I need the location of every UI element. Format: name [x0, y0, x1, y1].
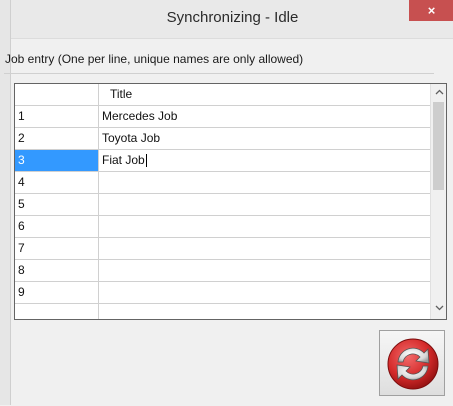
table-row-selected[interactable]: 3 Fiat Job: [15, 150, 433, 172]
row-title[interactable]: [99, 282, 433, 303]
scroll-up-icon[interactable]: [431, 84, 446, 101]
table-row[interactable]: 5: [15, 194, 433, 216]
row-number[interactable]: 9: [15, 282, 99, 303]
instruction-label: Job entry (One per line, unique names ar…: [5, 52, 304, 66]
row-number[interactable]: 3: [15, 150, 99, 171]
row-title[interactable]: Toyota Job: [99, 128, 433, 149]
vertical-scrollbar[interactable]: [430, 84, 446, 319]
row-title-text: Fiat Job: [102, 153, 145, 167]
row-number[interactable]: 2: [15, 128, 99, 149]
row-title[interactable]: [99, 172, 433, 193]
row-number[interactable]: 6: [15, 216, 99, 237]
window-title: Synchronizing - Idle: [166, 9, 299, 26]
separator: [4, 73, 434, 74]
table-row[interactable]: 7: [15, 238, 433, 260]
job-grid-body: Title 1 Mercedes Job 2 Toyota Job 3 Fiat…: [15, 84, 433, 319]
table-row[interactable]: [15, 304, 433, 319]
header-title-cell[interactable]: Title: [99, 84, 433, 105]
scroll-down-icon[interactable]: [431, 300, 446, 317]
close-button[interactable]: ×: [409, 0, 453, 21]
header-num-cell: [15, 84, 99, 105]
row-title[interactable]: [99, 194, 433, 215]
table-row[interactable]: 9: [15, 282, 433, 304]
text-caret: [145, 154, 147, 168]
row-title[interactable]: [99, 304, 433, 319]
job-grid[interactable]: Title 1 Mercedes Job 2 Toyota Job 3 Fiat…: [14, 83, 447, 320]
table-row[interactable]: 2 Toyota Job: [15, 128, 433, 150]
row-number[interactable]: 7: [15, 238, 99, 259]
row-number[interactable]: 5: [15, 194, 99, 215]
title-bar[interactable]: Synchronizing - Idle ×: [11, 0, 453, 38]
scroll-thumb[interactable]: [433, 102, 444, 190]
sync-icon: [387, 338, 439, 390]
row-title[interactable]: [99, 216, 433, 237]
row-title[interactable]: Mercedes Job: [99, 106, 433, 127]
table-row[interactable]: 1 Mercedes Job: [15, 106, 433, 128]
row-title[interactable]: [99, 238, 433, 259]
grid-header-row: Title: [15, 84, 433, 106]
row-number[interactable]: 4: [15, 172, 99, 193]
table-row[interactable]: 4: [15, 172, 433, 194]
row-number[interactable]: 8: [15, 260, 99, 281]
row-title-editing[interactable]: Fiat Job: [99, 150, 433, 171]
table-row[interactable]: 6: [15, 216, 433, 238]
row-number[interactable]: 1: [15, 106, 99, 127]
row-number[interactable]: [15, 304, 99, 319]
row-title[interactable]: [99, 260, 433, 281]
sync-button[interactable]: [379, 330, 445, 396]
table-row[interactable]: 8: [15, 260, 433, 282]
